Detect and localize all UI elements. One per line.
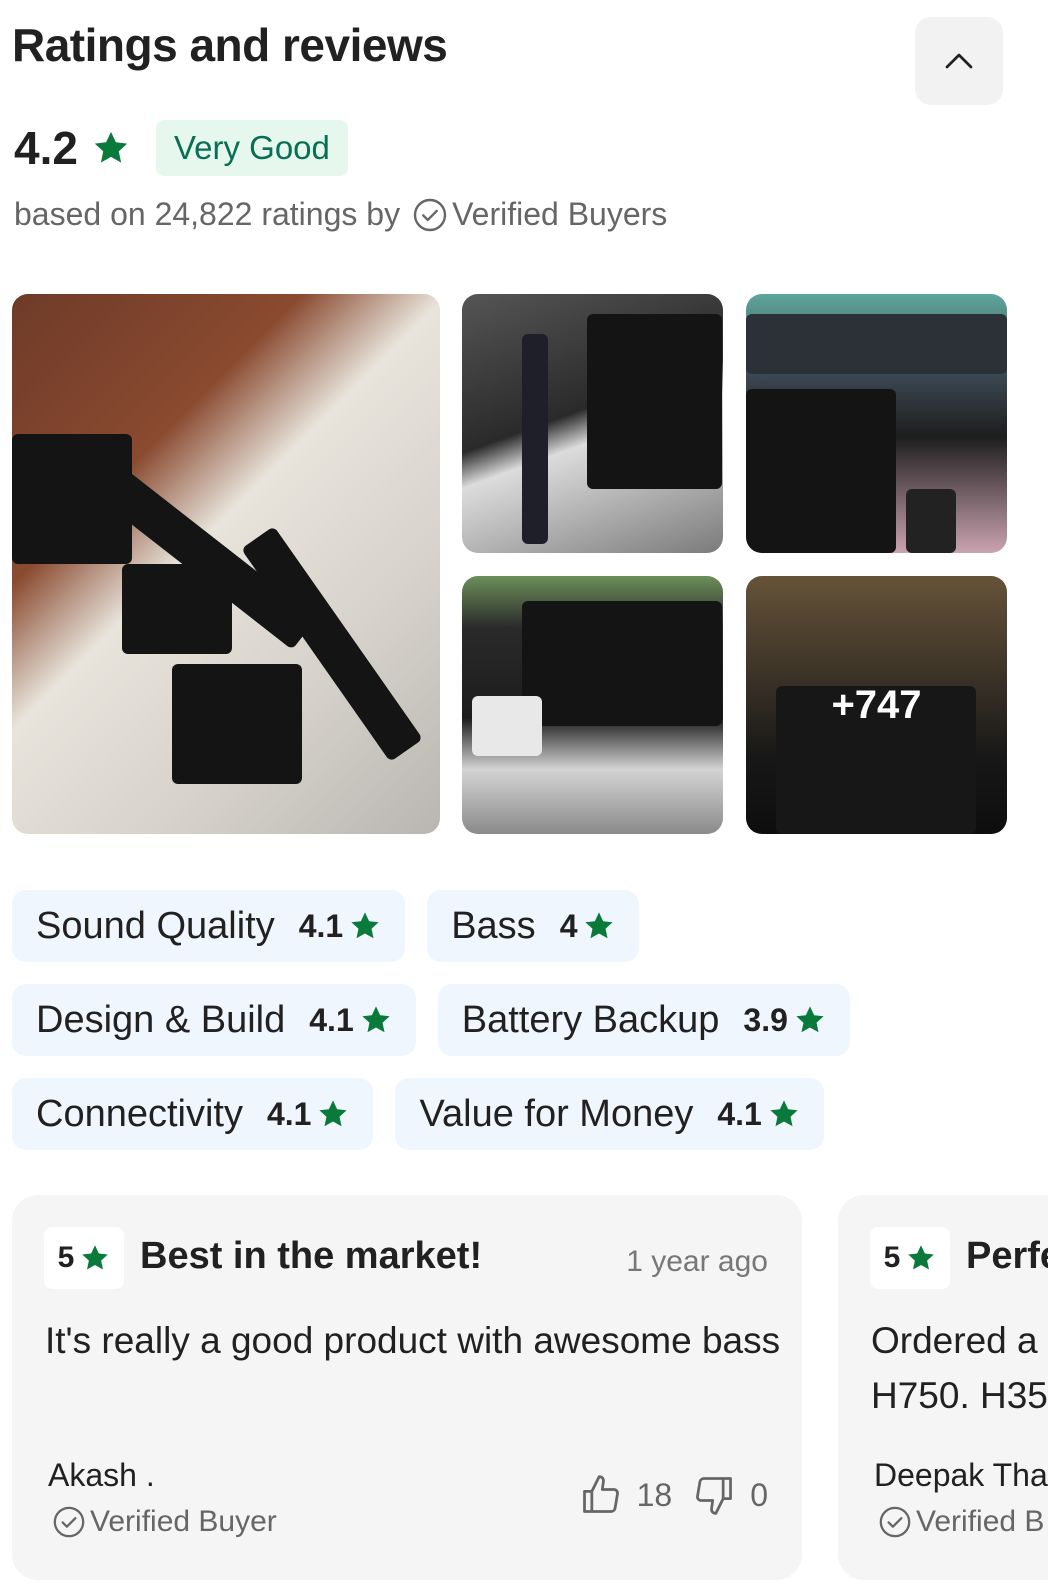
attribute-score: 4.1 xyxy=(266,1095,312,1132)
based-on-text: based on 24,822 ratings by xyxy=(14,196,401,232)
more-photos-count: +747 xyxy=(831,682,922,727)
verified-buyer-label: Verified B xyxy=(916,1505,1045,1538)
review-photo[interactable] xyxy=(746,294,1007,553)
attribute-label: Value for Money xyxy=(419,1092,694,1135)
review-photo-more[interactable]: +747 xyxy=(746,576,1007,834)
star-icon xyxy=(82,1245,109,1270)
star-icon xyxy=(362,1006,390,1033)
thumbs-up-icon[interactable] xyxy=(579,1473,623,1517)
attribute-ratings: Sound Quality 4.1 Bass 4 Design & Build … xyxy=(12,890,1042,1172)
attribute-score: 4 xyxy=(559,907,578,944)
attribute-score: 4.1 xyxy=(309,1001,354,1038)
review-carousel[interactable]: 5 Best in the market! 1 year ago It's re… xyxy=(12,1195,1048,1580)
attribute-label: Sound Quality xyxy=(36,904,275,947)
star-icon xyxy=(796,1006,824,1033)
verified-buyer-tag: Verified B xyxy=(878,1505,1044,1539)
collapse-button[interactable] xyxy=(915,17,1003,105)
attribute-score: 3.9 xyxy=(743,1001,788,1038)
review-photo[interactable] xyxy=(462,576,723,834)
thumbs-down-icon[interactable] xyxy=(692,1473,736,1517)
attribute-chip-battery-backup[interactable]: Battery Backup 3.9 xyxy=(437,984,850,1056)
section-title: Ratings and reviews xyxy=(12,19,448,71)
attribute-chip-design-build[interactable]: Design & Build 4.1 xyxy=(12,984,416,1056)
review-rating-value: 5 xyxy=(883,1241,901,1274)
review-body: It's really a good product with awesome … xyxy=(45,1320,781,1361)
star-icon xyxy=(319,1100,348,1127)
rating-label-badge: Very Good xyxy=(155,120,348,176)
check-circle-icon xyxy=(879,1506,911,1538)
verified-buyer-tag: Verified Buyer xyxy=(52,1505,277,1539)
review-body: Ordered a H750. H35 xyxy=(871,1320,1048,1416)
star-icon xyxy=(770,1100,798,1127)
attribute-label: Bass xyxy=(451,904,536,947)
star-icon xyxy=(351,912,379,939)
ratings-count-text: based on 24,822 ratings by Verified Buye… xyxy=(14,196,667,233)
review-title: Perfe xyxy=(966,1235,1048,1277)
review-timestamp: 1 year ago xyxy=(626,1245,768,1278)
attribute-label: Design & Build xyxy=(36,998,286,1041)
verified-buyer-label: Verified Buyer xyxy=(90,1505,277,1538)
review-card[interactable]: 5 Perfe Ordered a H750. H35 Deepak Tha V… xyxy=(838,1195,1048,1580)
chevron-up-icon xyxy=(945,53,973,69)
review-rating-badge: 5 xyxy=(44,1227,124,1289)
attribute-chip-sound-quality[interactable]: Sound Quality 4.1 xyxy=(12,890,406,962)
more-photos-overlay: +747 xyxy=(746,576,1007,834)
ratings-header: Ratings and reviews xyxy=(12,14,1012,105)
review-author: Deepak Tha xyxy=(874,1457,1048,1493)
overall-rating: 4.2 Very Good xyxy=(14,118,348,178)
review-photo[interactable] xyxy=(462,294,723,553)
attribute-chip-value-for-money[interactable]: Value for Money 4.1 xyxy=(395,1078,824,1150)
attribute-chip-connectivity[interactable]: Connectivity 4.1 xyxy=(12,1078,374,1150)
attribute-score: 4.1 xyxy=(298,907,344,944)
star-icon xyxy=(94,131,128,163)
review-rating-value: 5 xyxy=(57,1241,75,1274)
dislike-count: 0 xyxy=(750,1476,768,1513)
attribute-score: 4.1 xyxy=(717,1095,762,1132)
review-card[interactable]: 5 Best in the market! 1 year ago It's re… xyxy=(12,1195,802,1580)
star-icon xyxy=(908,1245,935,1270)
review-votes: 18 0 xyxy=(579,1473,768,1517)
review-author: Akash . xyxy=(48,1457,155,1493)
attribute-label: Battery Backup xyxy=(461,998,720,1041)
check-circle-icon xyxy=(413,198,447,231)
review-photo-gallery: +747 xyxy=(12,294,1012,834)
verified-buyers-label: Verified Buyers xyxy=(452,196,668,232)
review-photo[interactable] xyxy=(12,294,440,834)
attribute-label: Connectivity xyxy=(36,1092,243,1135)
check-circle-icon xyxy=(53,1506,85,1538)
attribute-chip-bass[interactable]: Bass 4 xyxy=(427,890,640,962)
like-count: 18 xyxy=(636,1476,673,1513)
review-rating-badge: 5 xyxy=(870,1227,950,1289)
overall-rating-value: 4.2 xyxy=(14,122,78,174)
star-icon xyxy=(585,912,614,939)
review-title: Best in the market! xyxy=(140,1235,483,1277)
